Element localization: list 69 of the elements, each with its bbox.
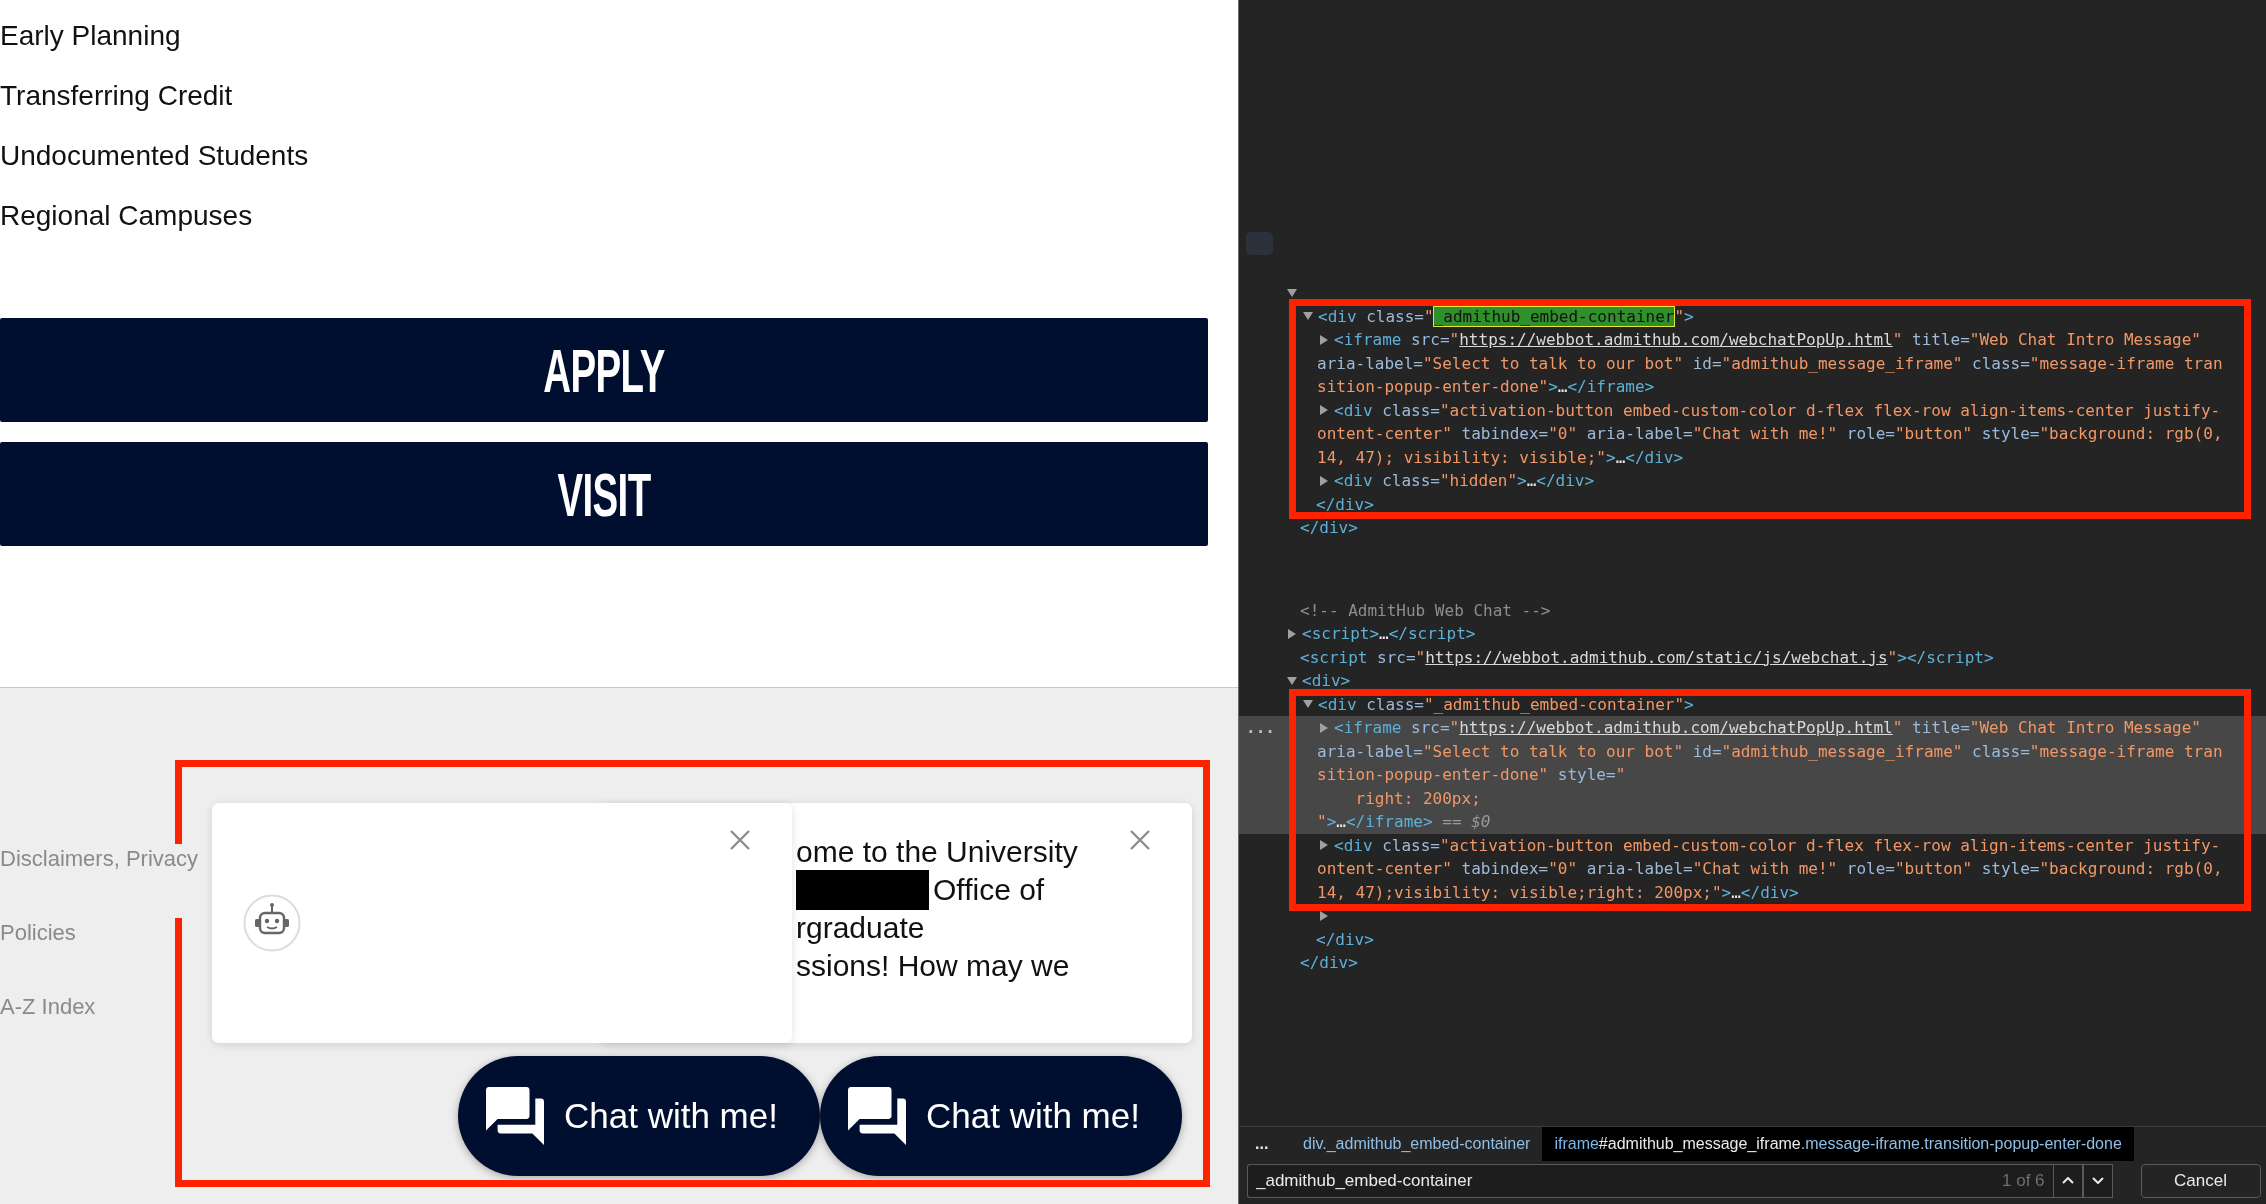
code-link[interactable]: https://webbot.admithub.com/webchatPopUp.html: [1459, 330, 1893, 349]
code-line: <div class="_admithub_embed-container">: [1318, 305, 1694, 328]
code-line: <div class="hidden">…</div>: [1334, 470, 1595, 492]
code-link[interactable]: https://webbot.admithub.com/static/js/webchat.js: [1425, 647, 1888, 667]
more-actions-icon[interactable]: ...: [1246, 716, 1275, 740]
breadcrumb-item[interactable]: div._admithub_embed-container: [1291, 1127, 1543, 1161]
next-match-button[interactable]: [2082, 1163, 2113, 1198]
match-count: 1 of 6: [1992, 1163, 2053, 1198]
message-text: rgraduate: [796, 910, 925, 946]
disclosure-triangle-icon[interactable]: [1303, 312, 1313, 321]
code-line: ">…</iframe> == $0: [1317, 811, 1491, 833]
code-line: <div>: [1302, 670, 1351, 692]
disclosure-triangle-icon[interactable]: [1320, 910, 1328, 921]
page-link[interactable]: Transferring Credit: [0, 79, 233, 139]
code-line: <iframe src="https://webbot.admithub.com/webchatPopUp.html" title="Web Chat Intro Message": [1334, 329, 2201, 351]
page-link[interactable]: Undocumented Students: [0, 139, 309, 199]
disclosure-triangle-icon[interactable]: [1320, 475, 1328, 486]
code-line: 14, 47); visibility: visible;">…</div>: [1317, 446, 1684, 469]
breadcrumb-overflow[interactable]: ...: [1239, 1135, 1291, 1153]
code-line: </div>: [1300, 517, 1358, 539]
message-text: Office of: [933, 872, 1045, 908]
code-line: <script src="https://webbot.admithub.com/static/js/webchat.js"></script>: [1300, 646, 1994, 669]
breadcrumb-item[interactable]: iframe#admithub_message_iframe.message-iframe.transition-popup-enter-done: [1542, 1127, 2134, 1161]
code-line: aria-label="Select to talk to our bot" id="admithub_message_iframe" class="message-iframe tran: [1317, 740, 2223, 763]
code-line: <div class="activation-button embed-custom-color d-flex flex-row align-items-center justify-: [1334, 834, 2221, 857]
chat-button[interactable]: Chat with me!: [458, 1056, 820, 1176]
action-button[interactable]: VISIT: [0, 442, 1208, 546]
code-line: aria-label="Select to talk to our bot" id="admithub_message_iframe" class="message-iframe tran: [1317, 352, 2223, 375]
code-line: <iframe src="https://webbot.admithub.com/webchatPopUp.html" title="Web Chat Intro Message": [1334, 717, 2201, 739]
message-text: ssions! How may we: [796, 948, 1070, 984]
code-line: sition-popup-enter-done">…</iframe>: [1317, 376, 1655, 398]
code-line: </div>: [1300, 952, 1358, 974]
code-line: <script>…</script>: [1302, 623, 1476, 645]
code-line: </div>: [1316, 928, 1374, 951]
code-line: sition-popup-enter-done" style=": [1317, 764, 1626, 786]
close-icon[interactable]: [729, 829, 751, 851]
disclosure-triangle-icon[interactable]: [1287, 676, 1297, 685]
message-text: ome to the University: [796, 834, 1078, 870]
action-button[interactable]: APPLY: [0, 318, 1208, 422]
node-marker: [1246, 232, 1273, 255]
code-line: <!-- AdmitHub Web Chat -->: [1300, 599, 1551, 622]
code-line: ontent-center" tabindex="0" aria-label="Chat with me!" role="button" style="background: rgb(0,: [1317, 423, 2223, 445]
chat-button[interactable]: Chat with me!: [820, 1056, 1182, 1176]
code-line: 14, 47);visibility: visible;right: 200px;">…</div>: [1317, 881, 1799, 904]
close-icon[interactable]: [1129, 829, 1151, 851]
chat-bubbles-icon: [486, 1087, 544, 1145]
page-link[interactable]: Early Planning: [0, 19, 181, 79]
cancel-button[interactable]: Cancel: [2140, 1163, 2261, 1198]
chat-bubbles-icon: [848, 1087, 906, 1145]
code-line: </div>: [1316, 493, 1374, 516]
previous-match-button[interactable]: [2052, 1163, 2083, 1198]
search-field[interactable]: _admithub_embed-container: [1247, 1163, 1992, 1198]
chevron-up-icon: [2061, 1177, 2074, 1184]
disclosure-triangle-icon[interactable]: [1320, 840, 1328, 851]
code-line: right: 200px;: [1354, 787, 1481, 810]
disclosure-triangle-icon[interactable]: [1320, 405, 1328, 416]
disclosure-triangle-icon[interactable]: [1287, 288, 1297, 297]
code-line: ontent-center" tabindex="0" aria-label="Chat with me!" role="button" style="background: rgb(0,: [1317, 858, 2223, 880]
disclosure-triangle-icon[interactable]: [1288, 628, 1296, 639]
page-link[interactable]: Regional Campuses: [0, 199, 253, 259]
chevron-down-icon: [2091, 1177, 2104, 1184]
disclosure-triangle-icon[interactable]: [1320, 334, 1328, 345]
selected-node[interactable]: [1239, 716, 2266, 834]
disclosure-triangle-icon[interactable]: [1303, 700, 1313, 709]
code-line: <div class="_admithub_embed-container">: [1318, 693, 1694, 716]
disclosure-triangle-icon[interactable]: [1320, 722, 1328, 733]
robot-avatar-icon: [243, 894, 301, 952]
code-link[interactable]: https://webbot.admithub.com/webchatPopUp.html: [1459, 718, 1893, 737]
code-line: <div class="activation-button embed-custom-color d-flex flex-row align-items-center justify-: [1334, 399, 2221, 422]
